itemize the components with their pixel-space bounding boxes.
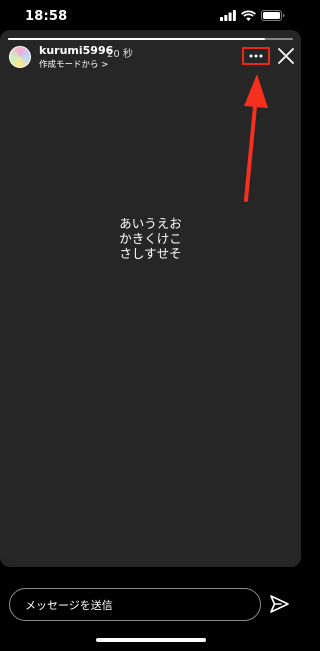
avatar[interactable] [9,46,31,68]
status-bar: 18:58 [0,0,301,30]
create-mode-link[interactable]: 作成モードから > [39,58,108,70]
cellular-signal-icon [220,10,236,21]
home-indicator [96,638,206,642]
status-time: 18:58 [25,9,68,24]
more-options-button[interactable] [242,47,270,65]
send-icon[interactable] [268,593,290,615]
message-input[interactable]: メッセージを送信 [9,588,261,621]
story-viewer[interactable]: kurumi5996 20 秒 作成モードから > あいうえお かきくけこ さし… [0,30,301,567]
story-username[interactable]: kurumi5996 [39,44,113,57]
status-icons [220,10,285,21]
more-horizontal-icon [249,54,263,58]
story-progress-bar [8,38,293,40]
story-text-line: さしすせそ [119,246,182,261]
close-icon[interactable] [277,47,295,65]
story-progress-fill [8,38,265,40]
story-text-line: あいうえお [119,216,182,231]
story-timestamp: 20 秒 [107,49,133,60]
wifi-icon [241,10,256,21]
story-text: あいうえお かきくけこ さしすせそ [0,216,301,261]
story-text-line: かきくけこ [119,231,182,246]
message-placeholder: メッセージを送信 [25,599,113,612]
battery-icon [261,10,285,21]
annotation-arrow [244,74,268,202]
